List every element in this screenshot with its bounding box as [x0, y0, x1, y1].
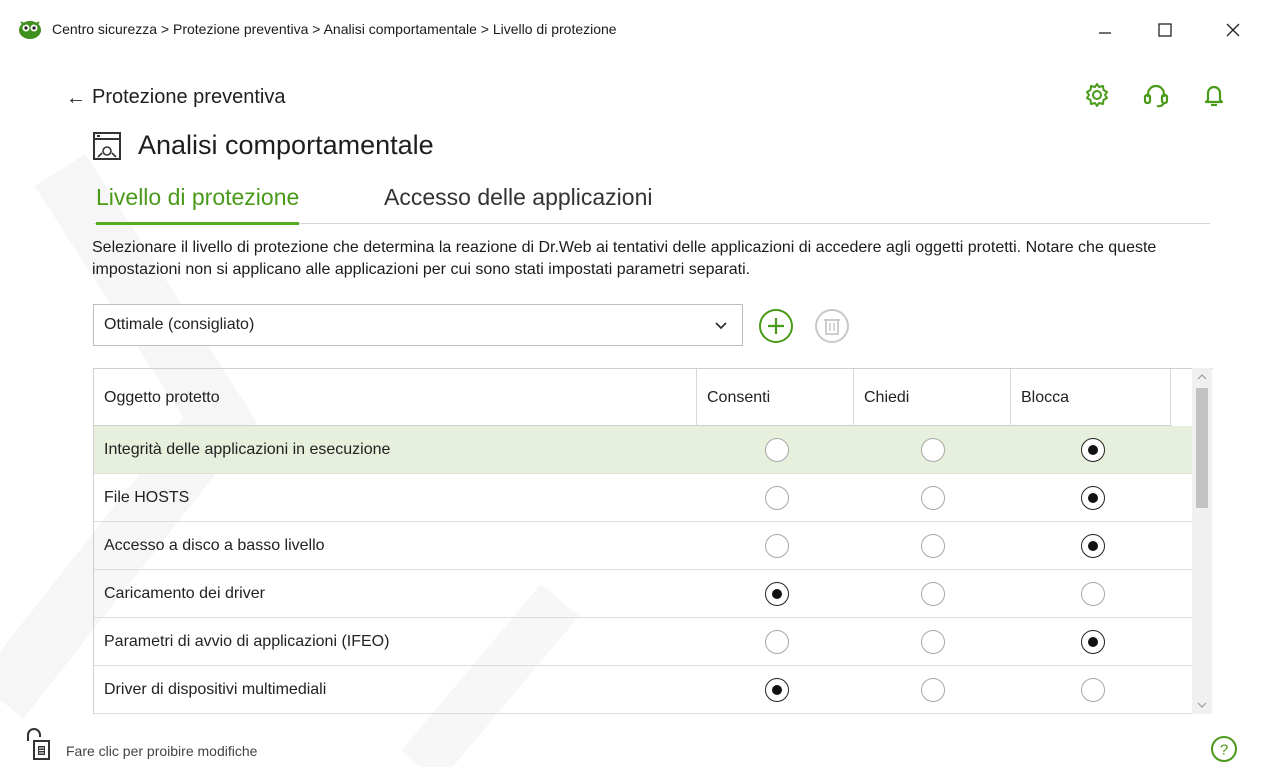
help-icon[interactable]: ? [1210, 735, 1238, 763]
protected-objects-table: Oggetto protetto Consenti Chiedi Blocca … [93, 368, 1213, 714]
settings-button[interactable] [1082, 80, 1112, 110]
plus-circle-icon [759, 309, 793, 343]
protection-level-value: Ottimale (consigliato) [104, 316, 255, 333]
table-row[interactable]: Driver di dispositivi multimediali [94, 666, 1192, 714]
table-row[interactable]: Accesso a disco a basso livello [94, 522, 1192, 570]
tab-livello-di-protezione[interactable]: Livello di protezione [96, 184, 300, 225]
tab-bar: Livello di protezione Accesso delle appl… [94, 184, 1210, 225]
radio-ask[interactable] [921, 438, 945, 462]
radio-allow[interactable] [765, 438, 789, 462]
table-row[interactable]: Integrità delle applicazioni in esecuzio… [94, 426, 1192, 474]
radio-allow[interactable] [765, 486, 789, 510]
help-glyph: ? [1220, 742, 1228, 759]
table-row[interactable]: File HOSTS [94, 474, 1192, 522]
section-heading: Analisi comportamentale [92, 130, 434, 161]
maximize-button[interactable] [1150, 15, 1180, 45]
column-header-ask[interactable]: Chiedi [854, 369, 1011, 426]
radio-ask[interactable] [921, 486, 945, 510]
back-link-label: Protezione preventiva [92, 86, 286, 108]
column-header-allow[interactable]: Consenti [697, 369, 854, 426]
radio-ask[interactable] [921, 630, 945, 654]
gear-icon [1086, 83, 1108, 107]
scroll-thumb[interactable] [1196, 388, 1208, 508]
radio-ask[interactable] [921, 582, 945, 606]
headset-icon [1143, 84, 1169, 108]
table-header: Oggetto protetto Consenti Chiedi Blocca [94, 369, 1172, 426]
minimize-icon [1099, 32, 1111, 34]
radio-block[interactable] [1081, 438, 1105, 462]
back-link[interactable]: ← Protezione preventiva [66, 86, 285, 109]
radio-block[interactable] [1081, 534, 1105, 558]
table-row[interactable]: Caricamento dei driver [94, 570, 1192, 618]
column-header-object[interactable]: Oggetto protetto [94, 369, 697, 426]
table-scrollbar[interactable] [1192, 368, 1212, 714]
protection-level-select[interactable]: Ottimale (consigliato) [93, 304, 743, 346]
radio-block[interactable] [1081, 582, 1105, 606]
chevron-up-icon [1197, 374, 1207, 380]
chevron-down-icon [715, 322, 727, 330]
row-label: Caricamento dei driver [104, 585, 265, 602]
behavior-analysis-icon [93, 131, 121, 160]
radio-allow[interactable] [765, 630, 789, 654]
page-title: Analisi comportamentale [138, 130, 434, 160]
bell-icon [1204, 85, 1224, 107]
trash-icon [815, 309, 849, 343]
lock-open-icon[interactable] [24, 727, 52, 761]
radio-block[interactable] [1081, 630, 1105, 654]
radio-allow[interactable] [765, 534, 789, 558]
radio-ask[interactable] [921, 534, 945, 558]
tab-accesso-applicazioni[interactable]: Accesso delle applicazioni [384, 184, 653, 224]
radio-allow[interactable] [765, 582, 789, 606]
notifications-button[interactable] [1199, 80, 1229, 110]
support-button[interactable] [1141, 80, 1171, 110]
row-label: Integrità delle applicazioni in esecuzio… [104, 441, 391, 458]
title-bar: Centro sicurezza > Protezione preventiva… [0, 0, 1269, 62]
radio-ask[interactable] [921, 678, 945, 702]
scroll-up-button[interactable] [1192, 368, 1212, 386]
window-breadcrumb: Centro sicurezza > Protezione preventiva… [52, 21, 617, 37]
close-button[interactable] [1218, 15, 1248, 45]
column-header-block[interactable]: Blocca [1011, 369, 1171, 426]
back-arrow-icon: ← [66, 86, 86, 109]
radio-allow[interactable] [765, 678, 789, 702]
maximize-icon [1158, 23, 1172, 37]
scroll-down-button[interactable] [1192, 696, 1212, 714]
row-label: Driver di dispositivi multimediali [104, 681, 327, 698]
drweb-logo-icon [19, 21, 41, 39]
row-label: Parametri di avvio di applicazioni (IFEO… [104, 633, 390, 650]
minimize-button[interactable] [1090, 15, 1120, 45]
description-text: Selezionare il livello di protezione che… [92, 239, 1157, 278]
delete-level-button[interactable] [813, 307, 851, 345]
chevron-down-icon [1197, 702, 1207, 708]
close-icon [1226, 23, 1240, 37]
add-level-button[interactable] [757, 307, 795, 345]
table-row[interactable]: Parametri di avvio di applicazioni (IFEO… [94, 618, 1192, 666]
row-label: Accesso a disco a basso livello [104, 537, 325, 554]
radio-block[interactable] [1081, 486, 1105, 510]
radio-block[interactable] [1081, 678, 1105, 702]
lock-settings-link[interactable]: Fare clic per proibire modifiche [66, 743, 257, 759]
row-label: File HOSTS [104, 489, 190, 506]
